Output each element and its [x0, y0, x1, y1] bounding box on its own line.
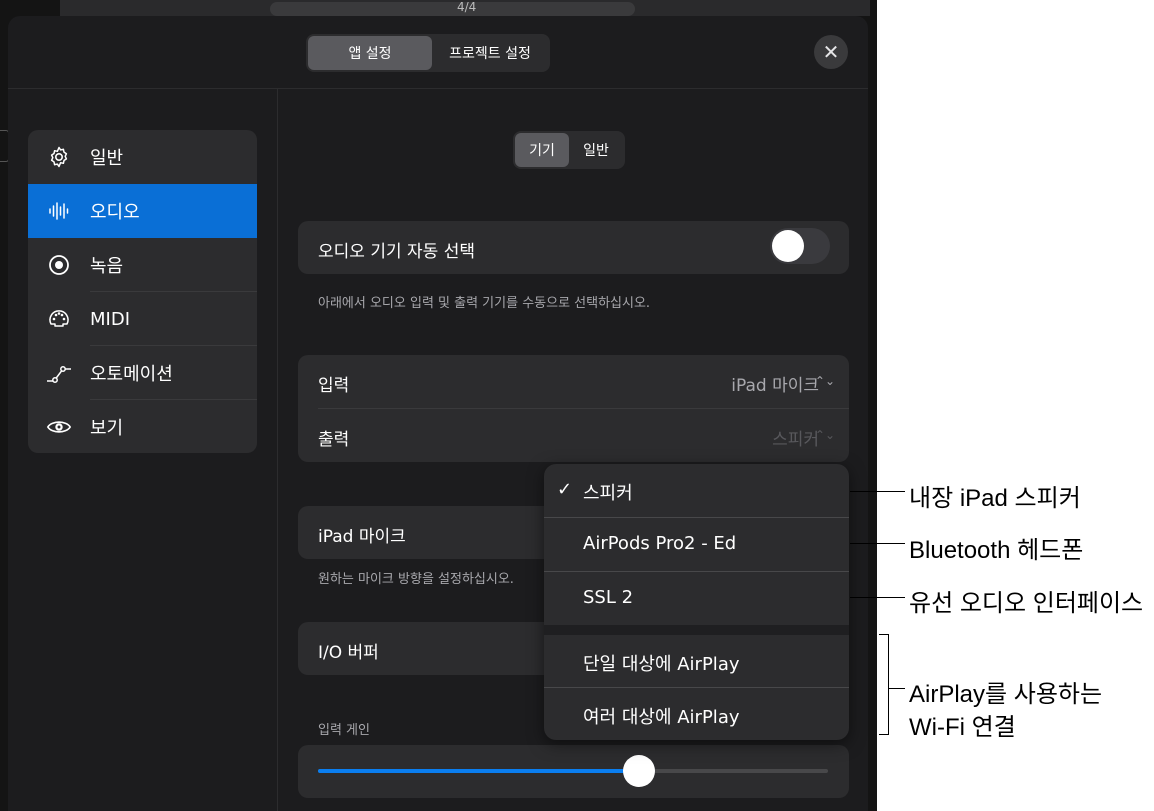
callout-airplay-line1: AirPlay를 사용하는 — [909, 681, 1103, 708]
callout-bracket — [879, 634, 889, 735]
sidebar-item-label: MIDI — [90, 308, 131, 330]
tab-app-settings[interactable]: 앱 설정 — [308, 36, 432, 70]
sidebar-item-general[interactable]: 일반 — [28, 130, 257, 184]
sidebar-item-label: 녹음 — [90, 256, 124, 277]
callout-leader — [850, 597, 905, 598]
transport-display: 4/4 — [270, 0, 635, 16]
modal-header: 앱 설정 프로젝트 설정 ✕ — [8, 16, 868, 89]
auto-select-toggle[interactable] — [770, 228, 830, 264]
buffer-label: I/O 버퍼 — [318, 643, 379, 663]
menu-item-ssl2[interactable]: SSL 2 — [544, 572, 849, 625]
sidebar-item-recording[interactable]: 녹음 — [28, 238, 257, 292]
gain-label: 입력 게인 — [318, 723, 370, 738]
eye-icon — [46, 414, 72, 440]
checkmark-icon: ✓ — [557, 479, 573, 500]
toggle-knob — [772, 230, 804, 262]
menu-item-label: AirPods Pro2 - Ed — [583, 533, 737, 554]
callout-speaker: 내장 iPad 스피커 — [909, 485, 1081, 512]
chevron-updown-icon: ⌃⌄ — [814, 374, 835, 388]
background-toolbar: 4/4 — [60, 0, 870, 16]
automation-icon — [46, 360, 72, 386]
menu-item-airplay-multiple[interactable]: 여러 대상에 AirPlay — [544, 688, 849, 740]
tab-general[interactable]: 일반 — [569, 133, 623, 167]
callout-leader — [889, 688, 905, 689]
callout-leader — [850, 491, 905, 492]
sidebar-item-view[interactable]: 보기 — [28, 400, 257, 453]
close-icon: ✕ — [822, 40, 840, 64]
callout-wired: 유선 오디오 인터페이스 — [909, 590, 1144, 617]
auto-select-note: 아래에서 오디오 입력 및 출력 기기를 수동으로 선택하십시오. — [318, 296, 651, 311]
record-icon — [46, 252, 72, 278]
close-button[interactable]: ✕ — [814, 35, 848, 69]
io-card: 입력 iPad 마이크 ⌃⌄ 출력 스피커 ⌃⌄ — [298, 355, 849, 462]
midi-icon — [46, 306, 72, 332]
gear-icon — [46, 144, 72, 170]
tab-project-settings[interactable]: 프로젝트 설정 — [432, 36, 548, 70]
gain-slider[interactable] — [318, 755, 828, 787]
sidebar-item-label: 오토메이션 — [90, 364, 173, 385]
chevron-updown-icon: ⌃⌄ — [814, 428, 835, 442]
menu-section-gap — [544, 625, 849, 635]
pane-divider — [277, 88, 278, 811]
sidebar-item-label: 오디오 — [90, 202, 140, 223]
callout-bluetooth: Bluetooth 헤드폰 — [909, 537, 1084, 564]
gain-slider-fill — [318, 769, 640, 773]
menu-item-speaker[interactable]: ✓ 스피커 — [544, 464, 849, 517]
time-signature: 4/4 — [457, 0, 477, 14]
mic-note: 원하는 마이크 방향을 설정하십시오. — [318, 572, 514, 587]
menu-item-airplay-single[interactable]: 단일 대상에 AirPlay — [544, 635, 849, 687]
menu-item-label: 여러 대상에 AirPlay — [583, 707, 740, 728]
screen: 4/4 앱 설정 프로젝트 설정 ✕ 일반 오디오 녹음 MIDI 오토메이션 … — [0, 0, 877, 811]
menu-item-label: SSL 2 — [583, 587, 634, 608]
output-menu: ✓ 스피커 AirPods Pro2 - Ed SSL 2 단일 대상에 Air… — [544, 464, 849, 740]
output-value: 스피커 — [772, 430, 819, 450]
output-row[interactable]: 출력 스피커 ⌃⌄ — [298, 409, 849, 462]
sidebar-item-audio[interactable]: 오디오 — [28, 184, 257, 238]
callout-airplay-line2: Wi-Fi 연결 — [909, 714, 1016, 741]
auto-select-label: 오디오 기기 자동 선택 — [318, 242, 475, 262]
auto-select-row: 오디오 기기 자동 선택 — [298, 221, 849, 274]
sidebar-item-label: 일반 — [90, 148, 124, 169]
sidebar-item-automation[interactable]: 오토메이션 — [28, 346, 257, 400]
sidebar: 일반 오디오 녹음 MIDI 오토메이션 보기 — [28, 130, 257, 453]
menu-item-airpods[interactable]: AirPods Pro2 - Ed — [544, 518, 849, 571]
menu-item-label: 단일 대상에 AirPlay — [583, 654, 740, 675]
callout-leader — [850, 543, 905, 544]
input-row[interactable]: 입력 iPad 마이크 ⌃⌄ — [298, 355, 849, 408]
mic-label: iPad 마이크 — [318, 527, 406, 547]
output-label: 출력 — [318, 430, 350, 450]
settings-scope-control: 앱 설정 프로젝트 설정 — [306, 34, 550, 72]
input-value: iPad 마이크 — [731, 376, 819, 396]
menu-item-label: 스피커 — [583, 483, 633, 504]
waveform-icon — [46, 198, 72, 224]
sidebar-item-midi[interactable]: MIDI — [28, 292, 257, 346]
tab-devices[interactable]: 기기 — [515, 133, 569, 167]
sidebar-item-label: 보기 — [90, 418, 124, 439]
input-label: 입력 — [318, 376, 350, 396]
audio-section-control: 기기 일반 — [513, 131, 625, 169]
